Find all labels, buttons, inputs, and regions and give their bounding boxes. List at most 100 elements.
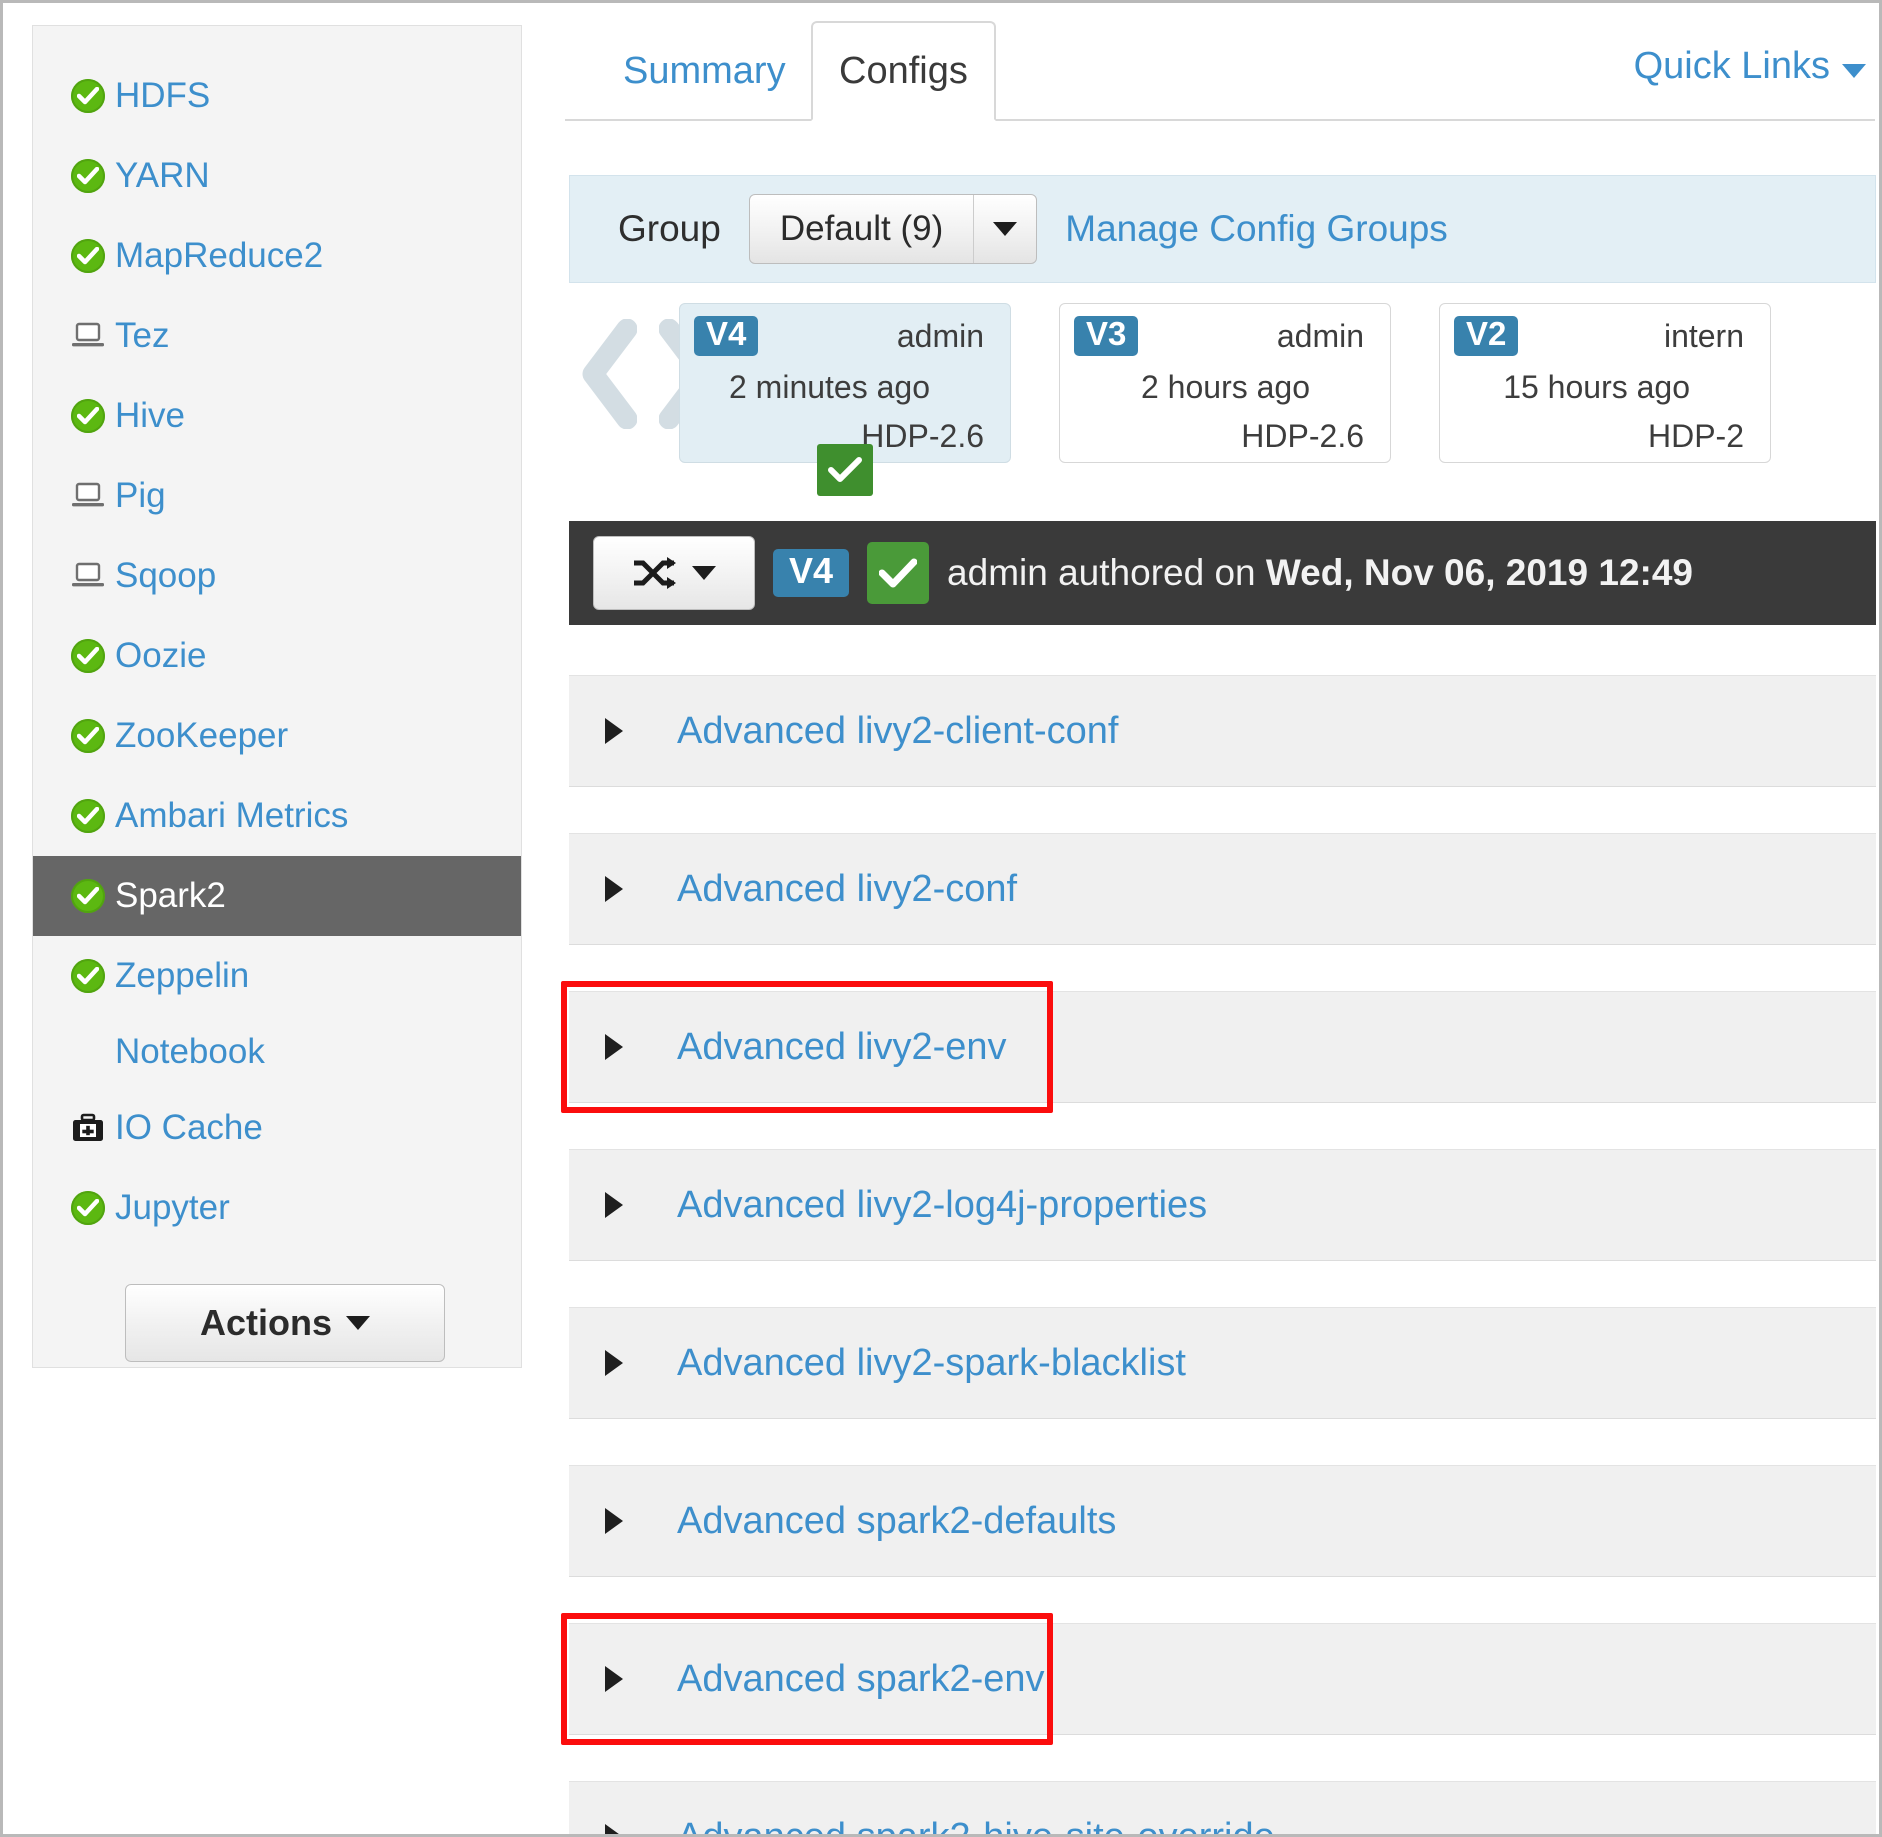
sidebar-item-label: Zeppelin (115, 956, 250, 995)
sidebar-item-label: MapReduce2 (115, 236, 324, 275)
version-stack: HDP-2.6 (1241, 418, 1364, 454)
config-section-label: Advanced livy2-env (677, 1025, 1007, 1068)
status-ok-icon (71, 399, 115, 433)
config-section-row[interactable]: Advanced livy2-log4j-properties (569, 1149, 1876, 1261)
config-section-label: Advanced livy2-client-conf (677, 709, 1119, 752)
chevron-right-icon (605, 876, 623, 902)
tab-configs[interactable]: Configs (811, 21, 996, 121)
status-ok-icon (71, 159, 115, 193)
sidebar-item-tez[interactable]: Tez (33, 296, 521, 376)
tab-configs-label: Configs (839, 49, 968, 92)
sidebar-item-sqoop[interactable]: Sqoop (33, 536, 521, 616)
client-only-icon (71, 561, 105, 591)
status-ok-icon (71, 239, 105, 273)
config-section-label: Advanced spark2-hive-site-override (677, 1815, 1275, 1837)
chevron-right-icon (605, 1666, 623, 1692)
client-only-icon (71, 561, 115, 591)
status-ok-icon (71, 959, 105, 993)
chevron-right-icon (605, 1034, 623, 1060)
manage-config-groups-link[interactable]: Manage Config Groups (1065, 208, 1448, 250)
config-section-row[interactable]: Advanced livy2-client-conf (569, 675, 1876, 787)
sidebar-item-io-cache[interactable]: IO Cache (33, 1088, 521, 1168)
version-card-v4[interactable]: V4 admin 2 minutes ago HDP-2.6 (679, 303, 1011, 496)
row-gap (569, 1735, 1876, 1781)
tab-summary[interactable]: Summary (597, 21, 812, 121)
sidebar-item-oozie[interactable]: Oozie (33, 616, 521, 696)
sidebar-item-yarn[interactable]: YARN (33, 136, 521, 216)
authored-prefix: admin authored on (947, 552, 1266, 593)
sidebar-item-label: Pig (115, 476, 166, 515)
sidebar-item-spark2[interactable]: Spark2 (33, 856, 521, 936)
chevron-right-icon (605, 1192, 623, 1218)
config-section-label: Advanced spark2-defaults (677, 1499, 1117, 1542)
version-time: 2 minutes ago (728, 369, 930, 405)
sidebar-item-label: Tez (115, 316, 170, 355)
config-section-label: Advanced spark2-env (677, 1657, 1045, 1700)
version-badge: V2 (1454, 316, 1519, 356)
sidebar-item-hdfs[interactable]: HDFS (33, 56, 521, 136)
config-section-row[interactable]: Advanced livy2-spark-blacklist (569, 1307, 1876, 1419)
status-ok-icon (71, 1191, 115, 1225)
check-icon (867, 542, 930, 604)
chevron-right-icon (605, 718, 623, 744)
status-ok-icon (71, 79, 115, 113)
status-ok-icon (71, 639, 105, 673)
config-section-row[interactable]: Advanced spark2-hive-site-override (569, 1781, 1876, 1837)
status-ok-icon (71, 1191, 105, 1225)
client-only-icon (71, 481, 115, 511)
sidebar-item-pig[interactable]: Pig (33, 456, 521, 536)
current-version-check-icon (817, 444, 873, 496)
version-time: 2 hours ago (1140, 369, 1310, 405)
sidebar-item-mapreduce2[interactable]: MapReduce2 (33, 216, 521, 296)
sidebar-item-label: Sqoop (115, 556, 217, 595)
status-ok-icon (71, 879, 105, 913)
tab-summary-label: Summary (623, 49, 786, 92)
status-ok-icon (71, 719, 115, 753)
quick-links-dropdown[interactable]: Quick Links (1634, 45, 1866, 88)
chevron-left-icon[interactable] (581, 318, 638, 430)
version-badge: V3 (1074, 316, 1139, 356)
row-gap (569, 1419, 1876, 1465)
sidebar-item-label: Notebook (115, 1032, 265, 1071)
row-gap (569, 945, 1876, 991)
chevron-down-icon (1842, 63, 1866, 78)
status-ok-icon (71, 159, 105, 193)
actions-button-label: Actions (199, 1302, 332, 1343)
sidebar-item-hive[interactable]: Hive (33, 376, 521, 456)
compare-versions-button[interactable] (593, 536, 755, 610)
client-only-icon (71, 481, 105, 511)
sidebar-item-label: Ambari Metrics (115, 796, 349, 835)
config-section-row[interactable]: Advanced spark2-defaults (569, 1465, 1876, 1577)
actions-button[interactable]: Actions (125, 1284, 445, 1362)
sidebar-item-zeppelin[interactable]: Zeppelin (33, 936, 521, 1016)
version-card-v2[interactable]: V2 intern 15 hours ago HDP-2 (1439, 303, 1771, 463)
config-section-label: Advanced livy2-log4j-properties (677, 1183, 1208, 1226)
client-only-icon (71, 321, 115, 351)
sidebar-item-notebook[interactable]: Notebook (33, 1016, 521, 1088)
current-version-badge: V4 (773, 549, 850, 597)
sidebar-item-ambari-metrics[interactable]: Ambari Metrics (33, 776, 521, 856)
sidebar-item-label: ZooKeeper (115, 716, 289, 755)
version-card-v3[interactable]: V3 admin 2 hours ago HDP-2.6 (1059, 303, 1391, 463)
config-group-select[interactable]: Default (9) (748, 194, 1038, 264)
row-gap (569, 1103, 1876, 1149)
config-section-row[interactable]: Advanced livy2-env (569, 991, 1876, 1103)
authored-date: Wed, Nov 06, 2019 12:49 (1265, 552, 1693, 593)
config-section-row[interactable]: Advanced spark2-env (569, 1623, 1876, 1735)
status-ok-icon (71, 799, 115, 833)
status-ok-icon (71, 879, 115, 913)
status-ok-icon (71, 239, 115, 273)
row-gap (569, 787, 1876, 833)
shuffle-icon (634, 557, 676, 589)
config-group-value: Default (9) (779, 209, 944, 248)
sidebar-item-zookeeper[interactable]: ZooKeeper (33, 696, 521, 776)
sidebar-item-jupyter[interactable]: Jupyter (33, 1168, 521, 1248)
authored-text: admin authored on Wed, Nov 06, 2019 12:4… (947, 552, 1693, 594)
config-version-carousel: V4 admin 2 minutes ago HDP-2.6 V3 admin 2 hour… (569, 303, 1876, 496)
status-ok-icon (71, 399, 105, 433)
sidebar-item-label: HDFS (115, 76, 211, 115)
chevron-down-icon[interactable] (973, 195, 1036, 263)
config-section-row[interactable]: Advanced livy2-conf (569, 833, 1876, 945)
authored-version-bar: V4 admin authored on Wed, Nov 06, 2019 1… (569, 521, 1876, 625)
service-sidebar: HDFS YARN MapReduce2 Tez Hive Pig Sqoop Oozie Zo… (32, 25, 522, 1368)
